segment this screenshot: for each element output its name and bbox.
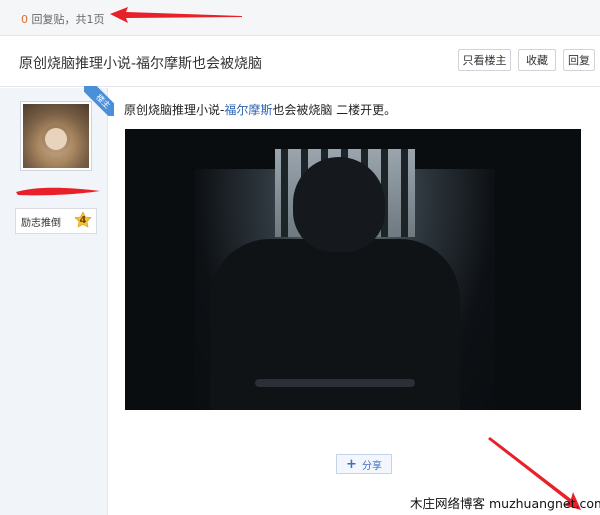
share-plus-icon: +	[346, 456, 357, 472]
avatar[interactable]	[20, 101, 92, 171]
level-number: 4	[79, 215, 87, 226]
favorite-button[interactable]: 收藏	[518, 49, 556, 71]
user-level-tag[interactable]: 励志推倒 4	[15, 208, 97, 234]
post-text-suffix: 也会被烧脑 二楼开更。	[272, 103, 397, 117]
post-image[interactable]	[125, 129, 581, 410]
watermark: 木庄网络博客 muzhuangnet.com	[410, 496, 600, 511]
user-tag-label: 励志推倒	[21, 217, 61, 229]
reply-info-text: 回复贴，共1页	[31, 13, 105, 26]
silhouette-head	[293, 157, 385, 252]
reply-count: 0	[21, 13, 28, 26]
thread-title-bar: 原创烧脑推理小说-福尔摩斯也会被烧脑 只看楼主 收藏 回复	[0, 37, 600, 87]
post-text-prefix: 原创烧脑推理小说-	[124, 103, 225, 117]
level-badge-icon: 4	[74, 211, 92, 230]
share-label: 分享	[361, 460, 382, 472]
reply-info-bar: 0 回复贴，共1页	[0, 0, 600, 36]
reply-info: 0 回复贴，共1页	[21, 11, 105, 27]
owner-only-button[interactable]: 只看楼主	[458, 49, 511, 71]
chair	[255, 379, 415, 387]
thread-title: 原创烧脑推理小说-福尔摩斯也会被烧脑	[19, 56, 263, 72]
redaction-scribble	[16, 187, 100, 196]
share-button[interactable]: + 分享	[336, 454, 392, 474]
owner-ribbon: 楼主	[84, 86, 114, 116]
post-text-link[interactable]: 福尔摩斯	[224, 103, 272, 117]
owner-badge: 楼主	[84, 86, 114, 116]
reply-button[interactable]: 回复	[563, 49, 595, 71]
annotation-arrow-top	[110, 7, 242, 23]
post-text: 原创烧脑推理小说-福尔摩斯也会被烧脑 二楼开更。	[124, 101, 396, 118]
